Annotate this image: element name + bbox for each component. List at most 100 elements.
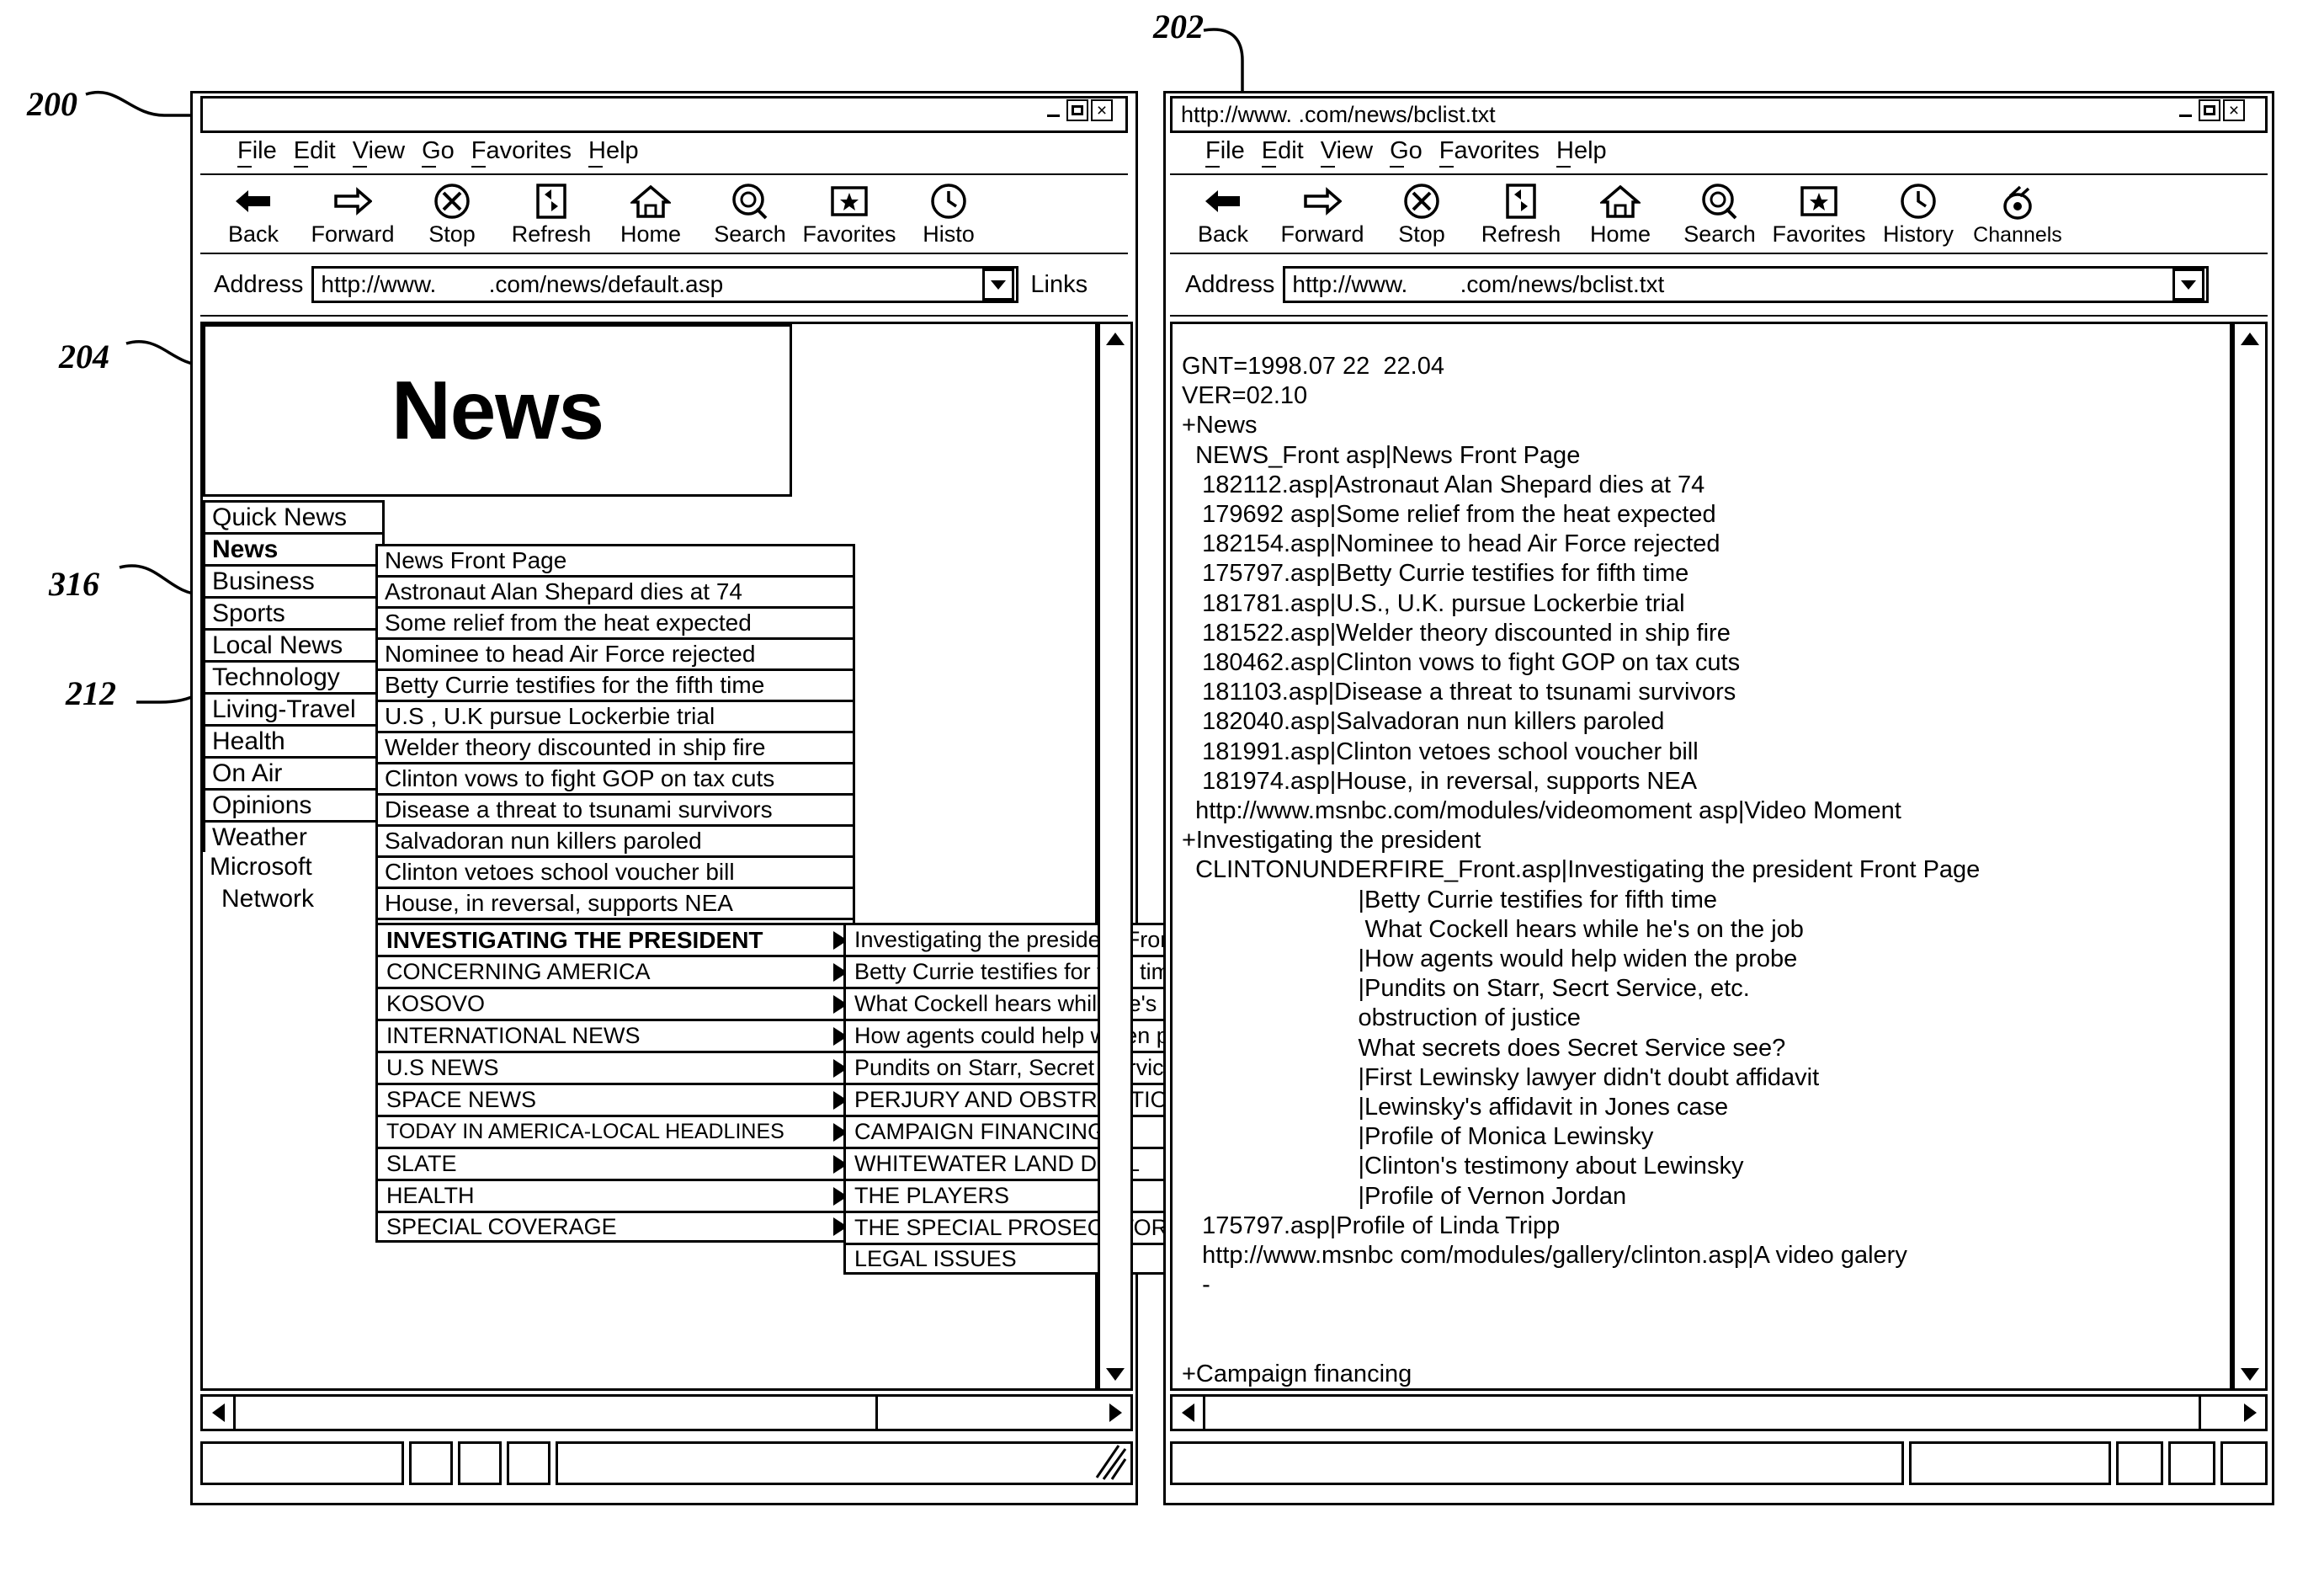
toolbar-channels-button[interactable]: Channels: [1968, 184, 2067, 248]
section-menu-item-us-news[interactable]: U.S NEWS: [375, 1051, 855, 1083]
headline-item[interactable]: U.S , U.K pursue Lockerbie trial: [375, 700, 855, 731]
headline-item[interactable]: Betty Currie testifies for the fifth tim…: [375, 668, 855, 700]
category-list[interactable]: Quick News News Business Sports Local Ne…: [203, 500, 385, 916]
scroll-down-button[interactable]: [1100, 1360, 1130, 1388]
menu-file[interactable]: File: [1205, 137, 1245, 168]
headline-item[interactable]: Nominee to head Air Force rejected: [375, 637, 855, 668]
headline-item[interactable]: Clinton vows to fight GOP on tax cuts: [375, 762, 855, 793]
headline-item[interactable]: Salvadoran nun killers paroled: [375, 824, 855, 855]
links-label[interactable]: Links: [1030, 271, 1088, 299]
scroll-left-button[interactable]: [203, 1397, 233, 1429]
address-input[interactable]: http://www. .com/news/bclist.txt: [1283, 266, 2210, 303]
resize-grip-icon[interactable]: [1093, 1444, 1127, 1481]
left-window-buttons[interactable]: ×: [1041, 99, 1113, 121]
scroll-down-button[interactable]: [2235, 1360, 2265, 1388]
left-vertical-scrollbar[interactable]: [1098, 322, 1133, 1391]
left-address-row[interactable]: Address http://www. .com/news/default.as…: [214, 266, 1123, 303]
scroll-up-button[interactable]: [1100, 324, 1130, 353]
toolbar-refresh-button[interactable]: Refresh: [1471, 182, 1571, 248]
toolbar-back-button[interactable]: Back: [204, 182, 303, 248]
menu-go[interactable]: Go: [422, 137, 455, 168]
category-item-on-air[interactable]: On Air: [203, 756, 385, 788]
left-menubar[interactable]: File Edit View Go Favorites Help: [237, 137, 639, 168]
headline-item[interactable]: Some relief from the heat expected: [375, 606, 855, 637]
chevron-down-icon[interactable]: [982, 269, 1015, 301]
right-address-row[interactable]: Address http://www. .com/news/bclist.txt: [1185, 266, 2254, 303]
toolbar-forward-button[interactable]: Forward: [303, 182, 402, 248]
menu-help[interactable]: Help: [1556, 137, 1607, 168]
category-item-living-travel[interactable]: Living-Travel: [203, 692, 385, 724]
section-menu-item-concerning-america[interactable]: CONCERNING AMERICA: [375, 955, 855, 987]
toolbar-history-button[interactable]: History: [1869, 182, 1968, 248]
category-item-local-news[interactable]: Local News: [203, 628, 385, 660]
toolbar-stop-button[interactable]: Stop: [1372, 182, 1471, 248]
right-vertical-scrollbar[interactable]: [2232, 322, 2268, 1391]
menu-favorites[interactable]: Favorites: [1439, 137, 1540, 168]
section-menu-item-slate[interactable]: SLATE: [375, 1147, 855, 1179]
menu-edit[interactable]: Edit: [1261, 137, 1304, 168]
scroll-left-button[interactable]: [1173, 1397, 1203, 1429]
left-window-titlebar[interactable]: [200, 96, 1128, 133]
toolbar-home-button[interactable]: Home: [601, 182, 700, 248]
category-item-technology[interactable]: Technology: [203, 660, 385, 692]
menu-file[interactable]: File: [237, 137, 277, 168]
close-icon[interactable]: ×: [1091, 99, 1113, 121]
toolbar-search-button[interactable]: Search: [1670, 182, 1769, 248]
scroll-up-button[interactable]: [2235, 324, 2265, 353]
section-menu[interactable]: INVESTIGATING THE PRESIDENT CONCERNING A…: [375, 923, 855, 1243]
scroll-thumb[interactable]: [233, 1397, 878, 1429]
category-item-sports[interactable]: Sports: [203, 596, 385, 628]
toolbar-stop-button[interactable]: Stop: [402, 182, 502, 248]
headline-list[interactable]: News Front Page Astronaut Alan Shepard d…: [375, 544, 855, 949]
scroll-right-button[interactable]: [1100, 1397, 1130, 1429]
headline-item[interactable]: Clinton vetoes school voucher bill: [375, 855, 855, 887]
chevron-down-icon[interactable]: [2172, 269, 2205, 301]
maximize-button[interactable]: [2199, 99, 2220, 121]
toolbar-history-button[interactable]: Histo: [899, 182, 998, 248]
toolbar-search-button[interactable]: Search: [700, 182, 800, 248]
section-menu-item-health[interactable]: HEALTH: [375, 1179, 855, 1211]
menu-view[interactable]: View: [1320, 137, 1373, 168]
right-horizontal-scrollbar[interactable]: [1170, 1394, 2268, 1431]
section-menu-item-kosovo[interactable]: KOSOVO: [375, 987, 855, 1019]
right-window-titlebar[interactable]: http://www. .com/news/bclist.txt: [1170, 96, 2268, 133]
category-item-quick-news[interactable]: Quick News: [203, 500, 385, 532]
scroll-right-button[interactable]: [2235, 1397, 2265, 1429]
section-menu-item-international-news[interactable]: INTERNATIONAL NEWS: [375, 1019, 855, 1051]
section-menu-item-today-in-america[interactable]: TODAY IN AMERICA-LOCAL HEADLINES: [375, 1115, 855, 1147]
section-menu-item-investigating-the-president[interactable]: INVESTIGATING THE PRESIDENT: [375, 923, 855, 955]
category-item-news[interactable]: News: [203, 532, 385, 564]
toolbar-favorites-button[interactable]: Favorites: [800, 182, 899, 248]
minimize-button[interactable]: [2176, 99, 2196, 121]
right-toolbar[interactable]: Back Forward Stop Refresh Home Search Fa…: [1173, 182, 2067, 248]
minimize-button[interactable]: [1044, 99, 1064, 121]
category-item-opinions[interactable]: Opinions: [203, 788, 385, 820]
category-item-health[interactable]: Health: [203, 724, 385, 756]
right-menubar[interactable]: File Edit View Go Favorites Help: [1205, 137, 1607, 168]
menu-view[interactable]: View: [352, 137, 405, 168]
toolbar-back-button[interactable]: Back: [1173, 182, 1273, 248]
section-menu-item-space-news[interactable]: SPACE NEWS: [375, 1083, 855, 1115]
scroll-thumb[interactable]: [1203, 1397, 2201, 1429]
headline-item[interactable]: House, in reversal, supports NEA: [375, 887, 855, 918]
category-item-business[interactable]: Business: [203, 564, 385, 596]
section-menu-item-special-coverage[interactable]: SPECIAL COVERAGE: [375, 1211, 855, 1243]
menu-go[interactable]: Go: [1390, 137, 1423, 168]
maximize-button[interactable]: [1066, 99, 1088, 121]
toolbar-refresh-button[interactable]: Refresh: [502, 182, 601, 248]
left-horizontal-scrollbar[interactable]: [200, 1394, 1133, 1431]
headline-item[interactable]: Disease a threat to tsunami survivors: [375, 793, 855, 824]
toolbar-favorites-button[interactable]: Favorites: [1769, 182, 1869, 248]
headline-item[interactable]: Astronaut Alan Shepard dies at 74: [375, 575, 855, 606]
toolbar-home-button[interactable]: Home: [1571, 182, 1670, 248]
menu-favorites[interactable]: Favorites: [471, 137, 572, 168]
menu-help[interactable]: Help: [588, 137, 639, 168]
close-icon[interactable]: ×: [2223, 99, 2245, 121]
toolbar-forward-button[interactable]: Forward: [1273, 182, 1372, 248]
headline-item[interactable]: News Front Page: [375, 544, 855, 575]
headline-item[interactable]: Welder theory discounted in ship fire: [375, 731, 855, 762]
category-item-weather[interactable]: Weather: [203, 820, 385, 852]
right-window-buttons[interactable]: ×: [2173, 99, 2245, 121]
left-toolbar[interactable]: Back Forward Stop Refresh Home Search Fa…: [204, 182, 998, 248]
menu-edit[interactable]: Edit: [293, 137, 336, 168]
